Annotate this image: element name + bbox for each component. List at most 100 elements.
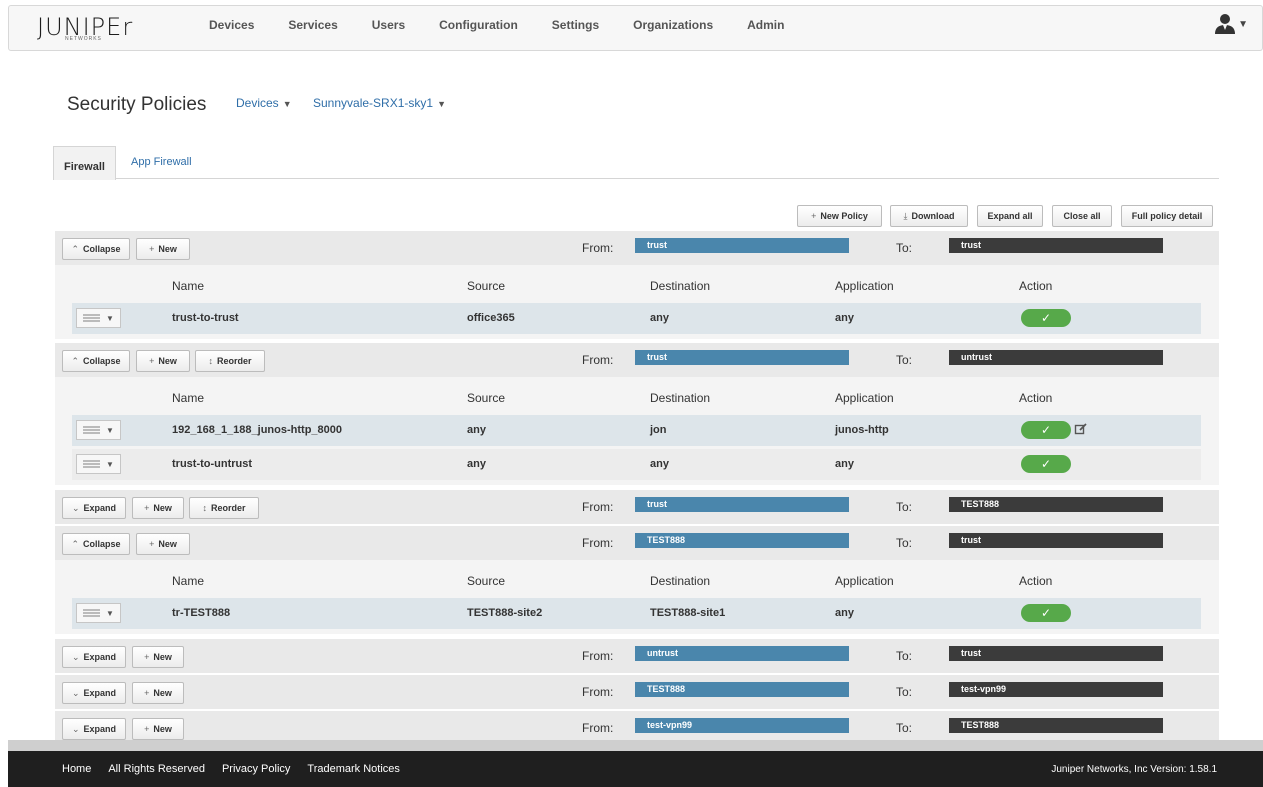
new-rule-button[interactable]: + New — [136, 238, 190, 260]
column-header-application: Application — [835, 574, 894, 588]
new-rule-button[interactable]: + New — [132, 497, 184, 519]
from-zone: untrust — [635, 646, 849, 661]
expand-all-button[interactable]: Expand all — [977, 205, 1043, 227]
new-policy-button[interactable]: + New Policy — [797, 205, 882, 227]
nav-settings[interactable]: Settings — [552, 18, 599, 32]
nav-users[interactable]: Users — [372, 18, 405, 32]
policy-row[interactable]: ▼ 192_168_1_188_junos-http_8000 any jon … — [72, 415, 1201, 446]
new-rule-button[interactable]: + New — [132, 682, 184, 704]
policy-destination: any — [650, 458, 669, 470]
to-zone: TEST888 — [949, 497, 1163, 512]
chevron-down-icon: ▼ — [437, 99, 446, 109]
to-label: To: — [896, 685, 913, 699]
devices-dropdown-label: Devices — [236, 96, 279, 110]
reorder-button[interactable]: ↕ Reorder — [189, 497, 259, 519]
row-menu-handle[interactable]: ▼ — [76, 603, 121, 623]
to-zone: untrust — [949, 350, 1163, 365]
footer-link-privacy[interactable]: Privacy Policy — [222, 763, 290, 775]
edit-icon[interactable] — [1074, 422, 1088, 436]
expand-label: Expand — [83, 724, 117, 734]
policy-row[interactable]: ▼ trust-to-trust office365 any any ✓ — [72, 303, 1201, 334]
chevron-down-icon: ▼ — [1238, 18, 1248, 30]
close-all-button[interactable]: Close all — [1052, 205, 1112, 227]
chevron-down-icon: ⌄ — [71, 502, 80, 513]
collapse-label: Collapse — [83, 244, 121, 254]
permit-action-badge[interactable]: ✓ — [1021, 604, 1071, 622]
zone-pair-header: ⌄ Expand + New From: TEST888 To: test-vpn9… — [55, 675, 1219, 709]
new-label: New — [153, 503, 172, 513]
column-header-action: Action — [1019, 574, 1053, 588]
expand-button[interactable]: ⌄ Expand — [62, 646, 126, 668]
to-label: To: — [896, 353, 913, 367]
nav-devices[interactable]: Devices — [209, 18, 254, 32]
tab-firewall[interactable]: Firewall — [53, 146, 116, 180]
collapse-button[interactable]: ⌃ Collapse — [62, 350, 130, 372]
policy-name[interactable]: tr-TEST888 — [172, 607, 230, 619]
expand-button[interactable]: ⌄ Expand — [62, 497, 126, 519]
new-rule-button[interactable]: + New — [132, 646, 184, 668]
policy-row[interactable]: ▼ tr-TEST888 TEST888-site2 TEST888-site1… — [72, 598, 1201, 629]
top-navigation-bar: JUNIPEr NETWORKS Devices Services Users … — [8, 5, 1263, 51]
nav-services[interactable]: Services — [288, 18, 337, 32]
page-title: Security Policies — [67, 94, 207, 115]
expand-all-label: Expand all — [987, 211, 1033, 221]
policy-source: TEST888-site2 — [467, 607, 543, 619]
reorder-button[interactable]: ↕ Reorder — [195, 350, 265, 372]
to-zone: trust — [949, 646, 1163, 661]
plus-icon: + — [144, 652, 150, 662]
devices-dropdown[interactable]: Devices ▼ — [236, 96, 292, 110]
to-zone: test-vpn99 — [949, 682, 1163, 697]
chevron-down-icon: ▼ — [106, 425, 114, 435]
column-header-source: Source — [467, 279, 506, 293]
collapse-button[interactable]: ⌃ Collapse — [62, 533, 130, 555]
plus-icon: + — [149, 539, 155, 549]
tab-app-firewall[interactable]: App Firewall — [121, 146, 202, 179]
column-header-source: Source — [467, 574, 506, 588]
policy-destination: TEST888-site1 — [650, 607, 726, 619]
from-label: From: — [582, 353, 614, 367]
download-label: Download — [911, 211, 955, 221]
expand-button[interactable]: ⌄ Expand — [62, 682, 126, 704]
zone-pair-header: ⌃ Collapse + New From: TEST888 To: trust — [55, 526, 1219, 560]
row-menu-handle[interactable]: ▼ — [76, 308, 121, 328]
user-menu[interactable]: ▼ — [1214, 13, 1248, 35]
to-zone: trust — [949, 238, 1163, 253]
chevron-down-icon: ▼ — [106, 459, 114, 469]
footer: Home All Rights Reserved Privacy Policy … — [8, 740, 1263, 787]
plus-icon: + — [149, 356, 155, 366]
device-name-dropdown[interactable]: Sunnyvale-SRX1-sky1 ▼ — [313, 96, 446, 110]
permit-action-badge[interactable]: ✓ — [1021, 309, 1071, 327]
row-menu-handle[interactable]: ▼ — [76, 420, 121, 440]
policy-name[interactable]: trust-to-untrust — [172, 458, 252, 470]
new-rule-button[interactable]: + New — [136, 350, 190, 372]
footer-link-rights[interactable]: All Rights Reserved — [108, 763, 205, 775]
nav-configuration[interactable]: Configuration — [439, 18, 518, 32]
full-policy-detail-button[interactable]: Full policy detail — [1121, 205, 1213, 227]
row-menu-handle[interactable]: ▼ — [76, 454, 121, 474]
nav-admin[interactable]: Admin — [747, 18, 784, 32]
new-rule-button[interactable]: + New — [132, 718, 184, 740]
footer-links: Home All Rights Reserved Privacy Policy … — [62, 763, 417, 775]
from-label: From: — [582, 649, 614, 663]
column-header-application: Application — [835, 279, 894, 293]
nav-organizations[interactable]: Organizations — [633, 18, 713, 32]
policy-name[interactable]: trust-to-trust — [172, 312, 239, 324]
to-label: To: — [896, 500, 913, 514]
permit-action-badge[interactable]: ✓ — [1021, 421, 1071, 439]
download-icon: ⤓ — [903, 210, 908, 221]
chevron-down-icon: ▼ — [282, 99, 292, 109]
column-header-name: Name — [172, 279, 205, 293]
download-button[interactable]: ⤓ Download — [890, 205, 968, 227]
footer-link-home[interactable]: Home — [62, 763, 91, 775]
new-rule-button[interactable]: + New — [136, 533, 190, 555]
zone-pair-header: ⌄ Expand + New From: untrust To: trust — [55, 639, 1219, 673]
policy-destination: any — [650, 312, 669, 324]
permit-action-badge[interactable]: ✓ — [1021, 455, 1071, 473]
collapse-button[interactable]: ⌃ Collapse — [62, 238, 130, 260]
footer-link-trademark[interactable]: Trademark Notices — [307, 763, 400, 775]
chevron-down-icon: ▼ — [106, 313, 114, 323]
chevron-down-icon: ▼ — [106, 608, 114, 618]
policy-name[interactable]: 192_168_1_188_junos-http_8000 — [172, 424, 342, 436]
expand-button[interactable]: ⌄ Expand — [62, 718, 126, 740]
policy-row[interactable]: ▼ trust-to-untrust any any any ✓ — [72, 449, 1201, 480]
